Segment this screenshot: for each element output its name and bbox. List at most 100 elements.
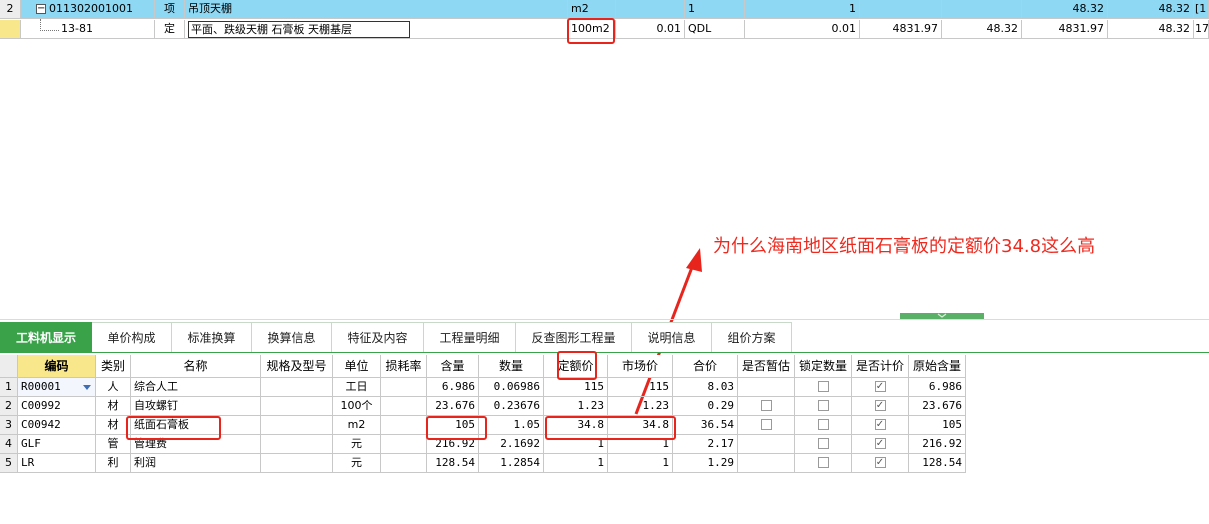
item-sum-cell[interactable]: 48.32 (1108, 0, 1194, 19)
original-content-cell[interactable]: 6.986 (909, 378, 966, 397)
quota-qty-expr-cell[interactable]: 0.01 (616, 20, 685, 39)
lock-quantity-checkbox[interactable] (817, 437, 829, 449)
tab-standard-conversion[interactable]: 标准换算 (172, 322, 252, 353)
priced-cell[interactable] (852, 378, 909, 397)
loss-rate-cell[interactable] (381, 378, 427, 397)
tab-reverse-graphic-quantity[interactable]: 反查图形工程量 (516, 322, 632, 353)
market-price-cell[interactable]: 1 (608, 454, 673, 473)
quota-price-cell[interactable]: 1 (544, 454, 608, 473)
name-cell[interactable]: 纸面石膏板 (131, 416, 261, 435)
lock-quantity-cell[interactable] (795, 397, 852, 416)
name-cell[interactable]: 自攻螺钉 (131, 397, 261, 416)
type-cell[interactable]: 材 (96, 397, 131, 416)
header-name[interactable]: 名称 (131, 355, 261, 378)
content-cell[interactable]: 6.986 (427, 378, 479, 397)
provisional-cell[interactable] (738, 454, 795, 473)
quantity-cell[interactable]: 2.1692 (479, 435, 544, 454)
total-cell[interactable]: 8.03 (673, 378, 738, 397)
original-content-cell[interactable]: 216.92 (909, 435, 966, 454)
priced-checkbox[interactable] (874, 399, 886, 411)
total-cell[interactable]: 0.29 (673, 397, 738, 416)
quota-type-cell[interactable]: 定 (155, 20, 185, 39)
content-cell[interactable]: 23.676 (427, 397, 479, 416)
tab-conversion-info[interactable]: 换算信息 (252, 322, 332, 353)
market-price-cell[interactable]: 1.23 (608, 397, 673, 416)
item-qty-expr2-cell[interactable]: 1 (685, 0, 745, 19)
lock-quantity-checkbox[interactable] (817, 456, 829, 468)
collapse-toggle-icon[interactable]: − (36, 4, 46, 14)
quota-price-cell[interactable]: 4831.97 (860, 20, 942, 39)
tab-features-content[interactable]: 特征及内容 (332, 322, 424, 353)
provisional-cell[interactable] (738, 397, 795, 416)
dropdown-arrow-icon[interactable] (83, 385, 91, 390)
unit-cell[interactable]: 元 (333, 454, 381, 473)
loss-rate-cell[interactable] (381, 435, 427, 454)
code-cell[interactable]: GLF (18, 435, 96, 454)
quantity-cell[interactable]: 1.2854 (479, 454, 544, 473)
priced-checkbox[interactable] (874, 418, 886, 430)
item-qty-cell[interactable]: 1 (745, 0, 860, 19)
tab-pricing-scheme[interactable]: 组价方案 (712, 322, 792, 353)
item-extra-cell[interactable]: [1 (1194, 0, 1209, 19)
loss-rate-cell[interactable] (381, 416, 427, 435)
provisional-checkbox[interactable] (760, 418, 772, 430)
lock-quantity-cell[interactable] (795, 435, 852, 454)
market-price-cell[interactable]: 34.8 (608, 416, 673, 435)
header-unit[interactable]: 单位 (333, 355, 381, 378)
quota-qty-expr2-cell[interactable]: QDL (685, 20, 745, 39)
type-cell[interactable]: 管 (96, 435, 131, 454)
priced-cell[interactable] (852, 435, 909, 454)
quota-qty-cell[interactable]: 0.01 (745, 20, 860, 39)
spec-cell[interactable] (261, 378, 333, 397)
name-cell[interactable]: 利润 (131, 454, 261, 473)
quantity-cell[interactable]: 0.06986 (479, 378, 544, 397)
type-cell[interactable]: 材 (96, 416, 131, 435)
spec-cell[interactable] (261, 454, 333, 473)
code-cell[interactable]: R00001 (18, 378, 96, 397)
tab-labor-material[interactable]: 工料机显示 (0, 322, 92, 353)
header-type[interactable]: 类别 (96, 355, 131, 378)
provisional-cell[interactable] (738, 435, 795, 454)
table-row[interactable]: 5LR利利润元128.541.2854111.29128.54 (0, 454, 966, 473)
code-cell[interactable]: LR (18, 454, 96, 473)
quota-price-cell[interactable]: 1.23 (544, 397, 608, 416)
table-row[interactable]: 4GLF管管理费元216.922.1692112.17216.92 (0, 435, 966, 454)
name-cell[interactable]: 管理费 (131, 435, 261, 454)
lock-quantity-checkbox[interactable] (817, 418, 829, 430)
lock-quantity-cell[interactable] (795, 416, 852, 435)
spec-cell[interactable] (261, 416, 333, 435)
item-unit-price-cell[interactable]: 48.32 (1022, 0, 1108, 19)
table-row[interactable]: 2 C00992 材自攻螺钉 100个 23.676 0.23676 1.23 1.23 0.2… (0, 397, 966, 416)
provisional-checkbox[interactable] (760, 399, 772, 411)
lock-quantity-checkbox[interactable] (817, 399, 829, 411)
header-quantity[interactable]: 数量 (479, 355, 544, 378)
header-provisional[interactable]: 是否暂估 (738, 355, 795, 378)
header-loss-rate[interactable]: 损耗率 (381, 355, 427, 378)
quota-sum-cell[interactable]: 48.32 (1108, 20, 1194, 39)
unit-cell[interactable]: 元 (333, 435, 381, 454)
tab-unit-price-composition[interactable]: 单价构成 (92, 322, 172, 353)
unit-cell[interactable]: 100个 (333, 397, 381, 416)
quota-extra-cell[interactable]: 17 (1194, 20, 1209, 39)
tab-quantity-details[interactable]: 工程量明细 (424, 322, 516, 353)
code-cell[interactable]: C00942 (18, 416, 96, 435)
header-original-content[interactable]: 原始含量 (909, 355, 966, 378)
item-total-cell[interactable] (942, 0, 1022, 19)
quota-price-cell[interactable]: 34.8 (544, 416, 608, 435)
original-content-cell[interactable]: 105 (909, 416, 966, 435)
quota-unit-cell[interactable]: 100m2 (568, 20, 616, 39)
item-row-quota[interactable]: 13-81 定 100m2 0.01 QDL 0.01 4831.97 48.3… (0, 20, 1209, 39)
spec-cell[interactable] (261, 397, 333, 416)
market-price-cell[interactable]: 1 (608, 435, 673, 454)
provisional-cell[interactable] (738, 416, 795, 435)
priced-checkbox[interactable] (874, 380, 886, 392)
table-row[interactable]: 3C00942材纸面石膏板m21051.0534.834.836.54105 (0, 416, 966, 435)
content-cell[interactable]: 105 (427, 416, 479, 435)
unit-cell[interactable]: m2 (333, 416, 381, 435)
header-priced[interactable]: 是否计价 (852, 355, 909, 378)
quota-price-cell[interactable]: 115 (544, 378, 608, 397)
header-code[interactable]: 编码 (18, 355, 96, 378)
quantity-cell[interactable]: 1.05 (479, 416, 544, 435)
name-cell[interactable]: 综合人工 (131, 378, 261, 397)
lock-quantity-checkbox[interactable] (817, 380, 829, 392)
